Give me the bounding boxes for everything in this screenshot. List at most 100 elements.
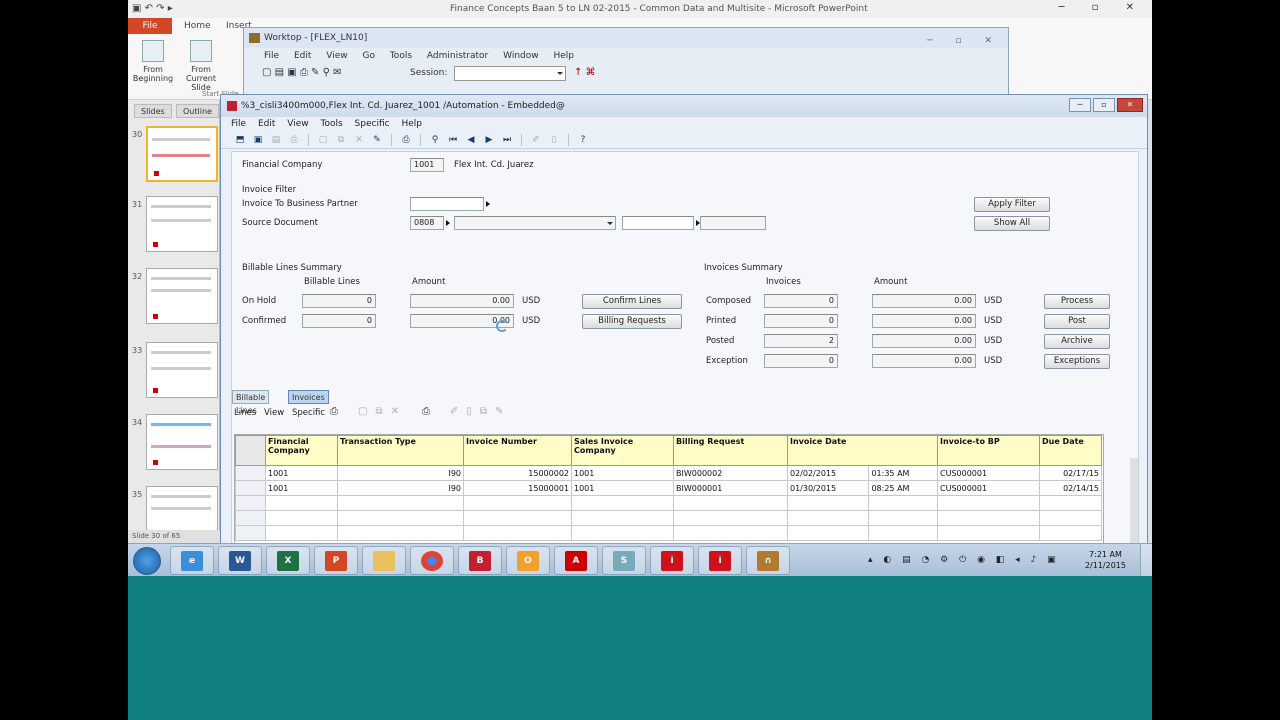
outlook-icon[interactable]: O <box>506 546 550 575</box>
slide-thumb-32[interactable] <box>146 268 218 324</box>
grid-edit-icons[interactable]: ▢⧉✕ <box>358 406 407 417</box>
exceptions-button[interactable]: Exceptions <box>1044 354 1110 369</box>
menu-edit[interactable]: Edit <box>258 119 275 129</box>
menu-specific[interactable]: Specific <box>355 119 390 129</box>
apply-filter-button[interactable]: Apply Filter <box>974 197 1050 212</box>
ie-icon[interactable]: e <box>170 546 214 575</box>
invoice-to-bp-field[interactable] <box>410 197 484 211</box>
menu-file[interactable]: File <box>231 119 246 129</box>
print-icon[interactable]: ⎙ <box>399 134 413 146</box>
excel-icon[interactable]: X <box>266 546 310 575</box>
minimize-button[interactable]: ─ <box>1069 98 1091 112</box>
print-dim-icon[interactable]: ⎙ <box>287 134 301 146</box>
edit-icon[interactable]: ✎ <box>370 134 384 146</box>
system-tray-icons[interactable]: ▴ ◐ ▤ ◔ ⚙ ⏻ ◉ ◧ ◂ ♪ ▣ <box>868 555 1060 565</box>
grid-extra-icons[interactable]: ✐▯⧉✎ <box>450 406 511 417</box>
new-icon[interactable]: ▢ <box>316 134 330 146</box>
last-record-icon[interactable]: ⏭ <box>500 134 514 146</box>
slide-thumb-34[interactable] <box>146 414 218 470</box>
open-icon[interactable]: ⬒ <box>233 134 247 146</box>
slide-thumb-31[interactable] <box>146 196 218 252</box>
grid-menu-lines[interactable]: Lines <box>234 408 256 418</box>
acrobat-icon[interactable]: A <box>554 546 598 575</box>
worktop-menu-help[interactable]: Help <box>554 51 575 61</box>
col-billing-request[interactable]: Billing Request <box>673 435 788 466</box>
session-go-icon[interactable]: ↑ ⌘ <box>574 67 596 78</box>
show-desktop-button[interactable] <box>1140 544 1152 576</box>
col-transaction-type[interactable]: Transaction Type <box>337 435 464 466</box>
worktop-menu-tools[interactable]: Tools <box>390 51 412 61</box>
baan-icon[interactable]: B <box>458 546 502 575</box>
table-row[interactable] <box>235 525 1102 541</box>
process-button[interactable]: Process <box>1044 294 1110 309</box>
tab-billable-lines[interactable]: Billable Lines <box>232 390 270 415</box>
save-close-icon[interactable]: ▤ <box>269 134 283 146</box>
archive-button[interactable]: Archive <box>1044 334 1110 349</box>
copy-icon[interactable]: ⧉ <box>334 134 348 146</box>
source-document-from-field[interactable] <box>622 216 694 230</box>
show-all-button[interactable]: Show All <box>974 216 1050 231</box>
start-button[interactable] <box>133 547 161 575</box>
delete-icon[interactable]: ✕ <box>352 134 366 146</box>
row-selector[interactable] <box>235 465 266 481</box>
zoom-arrow-icon[interactable] <box>446 220 450 226</box>
col-financial-company[interactable]: Financial Company <box>265 435 338 466</box>
worktop-toolbar-icons[interactable]: ▢ ▤ ▣ ⎙ ✎ ⚲ ✉ <box>262 67 342 78</box>
close-button[interactable]: ✕ <box>1117 98 1143 112</box>
col-sales-invoice-company[interactable]: Sales Invoice Company <box>571 435 674 466</box>
source-document-to-field[interactable] <box>700 216 766 230</box>
col-invoice-number[interactable]: Invoice Number <box>463 435 572 466</box>
library-icon[interactable]: ∩ <box>746 546 790 575</box>
confirm-lines-button[interactable]: Confirm Lines <box>582 294 682 309</box>
grid-scrollbar[interactable] <box>1130 458 1138 546</box>
worktop-menu-window[interactable]: Window <box>503 51 539 61</box>
worktop-menu-edit[interactable]: Edit <box>294 51 311 61</box>
col-invoice-date[interactable]: Invoice Date <box>787 435 938 466</box>
next-record-icon[interactable]: ▶ <box>482 134 496 146</box>
slides-tab[interactable]: Slides <box>134 104 172 118</box>
quick-access-toolbar[interactable]: ▣ ↶ ↷ ▸ <box>132 3 173 14</box>
ppt-file-tab[interactable]: File <box>128 18 172 34</box>
table-row[interactable]: 1001 I90 15000002 1001 BIW000002 02/02/2… <box>235 465 1102 481</box>
menu-help[interactable]: Help <box>401 119 422 129</box>
grid-menu-specific[interactable]: Specific <box>292 408 325 418</box>
grid-print-icon[interactable]: ⎙ <box>422 406 430 417</box>
find-icon[interactable]: ⚲ <box>428 134 442 146</box>
print-icon[interactable]: ⎙ <box>330 406 338 417</box>
slide-thumb-30[interactable] <box>146 126 218 182</box>
grid-menu-view[interactable]: View <box>264 408 284 418</box>
col-invoice-to-bp[interactable]: Invoice-to BP <box>937 435 1040 466</box>
ppt-tab-home[interactable]: Home <box>184 21 211 31</box>
word-icon[interactable]: W <box>218 546 262 575</box>
zoom-arrow-icon[interactable] <box>486 201 490 207</box>
table-row[interactable] <box>235 510 1102 526</box>
explorer-icon[interactable] <box>362 546 406 575</box>
financial-company-field[interactable]: 1001 <box>410 158 444 172</box>
first-record-icon[interactable]: ⏮ <box>446 134 460 146</box>
infor-icon[interactable]: i <box>650 546 694 575</box>
notes-icon[interactable]: ▯ <box>547 134 561 146</box>
tab-invoices[interactable]: Invoices <box>288 390 329 404</box>
from-beginning-button[interactable]: From Beginning <box>130 40 176 83</box>
table-row[interactable] <box>235 495 1102 511</box>
post-button[interactable]: Post <box>1044 314 1110 329</box>
snip-icon[interactable]: S <box>602 546 646 575</box>
worktop-menu-administrator[interactable]: Administrator <box>427 51 488 61</box>
table-row[interactable]: 1001 I90 15000001 1001 BIW000001 01/30/2… <box>235 480 1102 496</box>
clock[interactable]: 7:21 AM 2/11/2015 <box>1085 549 1126 571</box>
powerpoint-icon[interactable]: P <box>314 546 358 575</box>
prev-record-icon[interactable]: ◀ <box>464 134 478 146</box>
infor-icon[interactable]: i <box>698 546 742 575</box>
worktop-menu-go[interactable]: Go <box>362 51 374 61</box>
help-icon[interactable]: ? <box>576 134 590 146</box>
slide-thumb-33[interactable] <box>146 342 218 398</box>
worktop-menu-file[interactable]: File <box>264 51 279 61</box>
col-due-date[interactable]: Due Date <box>1039 435 1102 466</box>
menu-tools[interactable]: Tools <box>320 119 342 129</box>
save-icon[interactable]: ▣ <box>251 134 265 146</box>
menu-view[interactable]: View <box>287 119 308 129</box>
billing-requests-button[interactable]: Billing Requests <box>582 314 682 329</box>
chrome-icon[interactable] <box>410 546 454 575</box>
attach-icon[interactable]: ✐ <box>529 134 543 146</box>
maximize-button[interactable]: ▫ <box>1093 98 1115 112</box>
